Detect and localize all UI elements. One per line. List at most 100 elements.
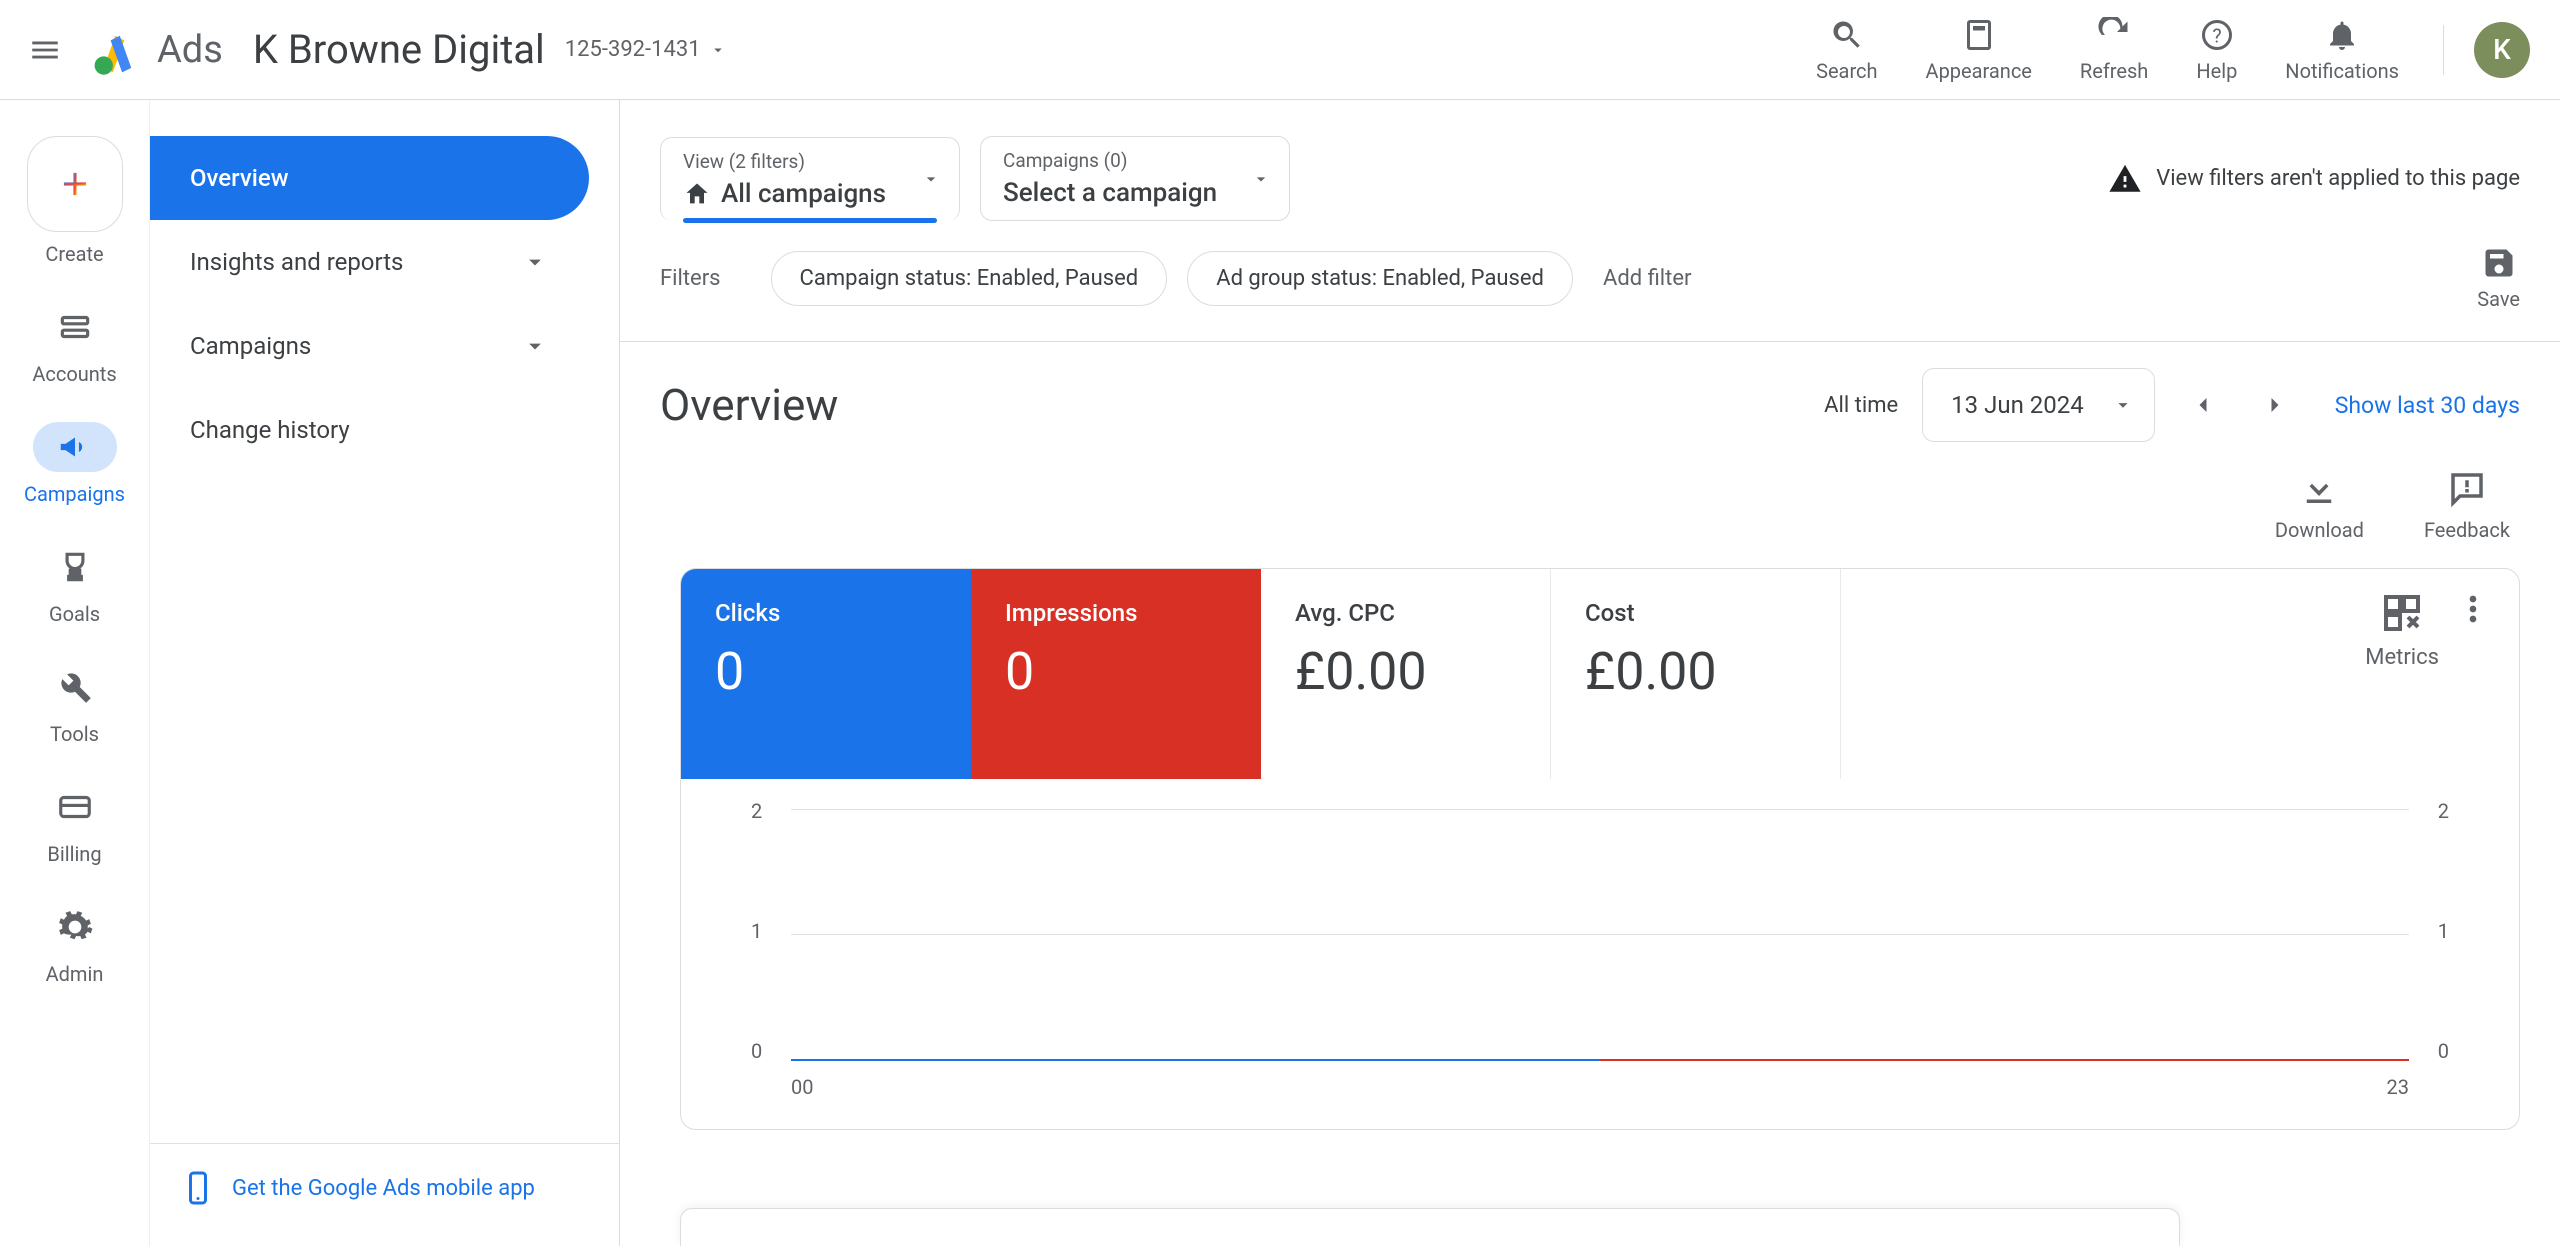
rail-tools-label: Tools — [50, 722, 99, 746]
chevron-left-icon — [2189, 391, 2217, 419]
bottom-sheet[interactable] — [680, 1208, 2180, 1246]
main-menu-button[interactable] — [20, 25, 70, 75]
download-icon — [2298, 468, 2340, 510]
nav-overview[interactable]: Overview — [150, 136, 589, 220]
metric-cost[interactable]: Cost £0.00 — [1551, 569, 1841, 779]
account-name: K Browne Digital — [253, 26, 545, 73]
more-options-button[interactable] — [2453, 589, 2493, 629]
account-id-dropdown[interactable]: 125-392-1431 — [565, 37, 727, 62]
menu-icon — [28, 33, 62, 67]
chevron-down-icon — [1251, 169, 1271, 189]
y-tick-left-1: 1 — [751, 919, 762, 943]
x-tick-end: 23 — [2387, 1075, 2409, 1099]
refresh-button[interactable]: Refresh — [2056, 17, 2172, 83]
metric-clicks[interactable]: Clicks 0 — [681, 569, 971, 779]
metric-avgcpc[interactable]: Avg. CPC £0.00 — [1261, 569, 1551, 779]
page-title: Overview — [660, 379, 838, 431]
date-range-label: All time — [1824, 393, 1898, 418]
metric-impressions[interactable]: Impressions 0 — [971, 569, 1261, 779]
y-tick-right-1: 1 — [2438, 919, 2449, 943]
divider — [2443, 25, 2444, 75]
date-value: 13 Jun 2024 — [1951, 391, 2084, 419]
rail-billing-label: Billing — [47, 842, 101, 866]
search-button[interactable]: Search — [1792, 17, 1901, 83]
nav-insights[interactable]: Insights and reports — [150, 220, 589, 304]
mobile-app-link[interactable]: Get the Google Ads mobile app — [232, 1176, 535, 1201]
secondary-nav: Overview Insights and reports Campaigns … — [150, 100, 620, 1246]
chevron-down-icon — [709, 41, 727, 59]
gear-icon — [56, 908, 94, 946]
nav-overview-label: Overview — [190, 164, 289, 192]
account-id: 125-392-1431 — [565, 37, 701, 62]
nav-history-label: Change history — [190, 416, 350, 444]
feedback-label: Feedback — [2424, 518, 2510, 542]
campaign-selector[interactable]: Campaigns (0) Select a campaign — [980, 136, 1290, 221]
nav-campaigns[interactable]: Campaigns — [150, 304, 589, 388]
chevron-right-icon — [2261, 391, 2289, 419]
appearance-icon — [1961, 17, 1997, 53]
metric-cost-value: £0.00 — [1585, 641, 1806, 702]
date-next-button[interactable] — [2251, 381, 2299, 429]
notifications-button[interactable]: Notifications — [2261, 17, 2423, 83]
warning-icon — [2108, 162, 2142, 196]
metric-avgcpc-value: £0.00 — [1295, 641, 1516, 702]
chevron-down-icon — [521, 248, 549, 276]
chevron-down-icon — [2112, 394, 2134, 416]
filter-chip-adgroup-status[interactable]: Ad group status: Enabled, Paused — [1187, 251, 1573, 306]
metrics-icon — [2378, 589, 2426, 637]
save-button[interactable]: Save — [2477, 245, 2520, 311]
rail-campaigns[interactable]: Campaigns — [0, 422, 149, 506]
trophy-icon — [56, 548, 94, 586]
rail-campaigns-label: Campaigns — [24, 482, 125, 506]
add-filter-input[interactable]: Add filter — [1593, 252, 1701, 305]
show-last-30-days-link[interactable]: Show last 30 days — [2335, 392, 2520, 419]
help-button[interactable]: ? Help — [2172, 17, 2261, 83]
search-icon — [1829, 17, 1865, 53]
appearance-button[interactable]: Appearance — [1902, 17, 2056, 83]
metric-avgcpc-label: Avg. CPC — [1295, 599, 1516, 627]
feedback-button[interactable]: Feedback — [2424, 468, 2510, 542]
metric-cost-label: Cost — [1585, 599, 1806, 627]
rail-accounts[interactable]: Accounts — [0, 302, 149, 386]
appearance-label: Appearance — [1926, 59, 2032, 83]
date-picker[interactable]: 13 Jun 2024 — [1922, 368, 2155, 442]
metrics-button[interactable]: Metrics — [2365, 589, 2439, 670]
rail-tools[interactable]: Tools — [0, 662, 149, 746]
y-tick-left-2: 2 — [751, 799, 762, 823]
chevron-down-icon — [521, 332, 549, 360]
date-prev-button[interactable] — [2179, 381, 2227, 429]
home-icon — [683, 180, 711, 208]
y-tick-right-2: 2 — [2438, 799, 2449, 823]
campaign-selector-big: Select a campaign — [1003, 178, 1217, 208]
card-icon — [56, 788, 94, 826]
metrics-button-label: Metrics — [2365, 645, 2439, 670]
rail-admin[interactable]: Admin — [0, 902, 149, 986]
rail-create[interactable]: Create — [0, 136, 149, 266]
rail-accounts-label: Accounts — [32, 362, 116, 386]
metric-row: Clicks 0 Impressions 0 Avg. CPC £0.00 Co… — [681, 569, 2519, 779]
filter-chip-campaign-status[interactable]: Campaign status: Enabled, Paused — [771, 251, 1168, 306]
rail-billing[interactable]: Billing — [0, 782, 149, 866]
account-avatar[interactable]: K — [2474, 22, 2530, 78]
x-tick-start: 00 — [791, 1075, 813, 1099]
rail-goals[interactable]: Goals — [0, 542, 149, 626]
download-button[interactable]: Download — [2275, 468, 2364, 542]
nav-change-history[interactable]: Change history — [150, 388, 589, 472]
rail-create-label: Create — [45, 242, 103, 266]
ads-logo-icon — [90, 22, 145, 77]
save-label: Save — [2477, 287, 2520, 311]
ads-brand-text: Ads — [157, 28, 223, 72]
search-label: Search — [1816, 59, 1877, 83]
avatar-initial: K — [2493, 33, 2511, 66]
metric-impressions-value: 0 — [1005, 641, 1227, 702]
help-label: Help — [2196, 59, 2237, 83]
google-ads-logo[interactable]: Ads — [90, 22, 223, 77]
view-filter-selector[interactable]: View (2 filters) All campaigns — [660, 137, 960, 221]
bell-icon — [2324, 17, 2360, 53]
mobile-icon — [180, 1170, 216, 1206]
filters-label: Filters — [660, 266, 721, 291]
rail-admin-label: Admin — [46, 962, 104, 986]
save-icon — [2481, 245, 2517, 281]
download-label: Download — [2275, 518, 2364, 542]
view-filters-warning: View filters aren't applied to this page — [2108, 162, 2520, 196]
